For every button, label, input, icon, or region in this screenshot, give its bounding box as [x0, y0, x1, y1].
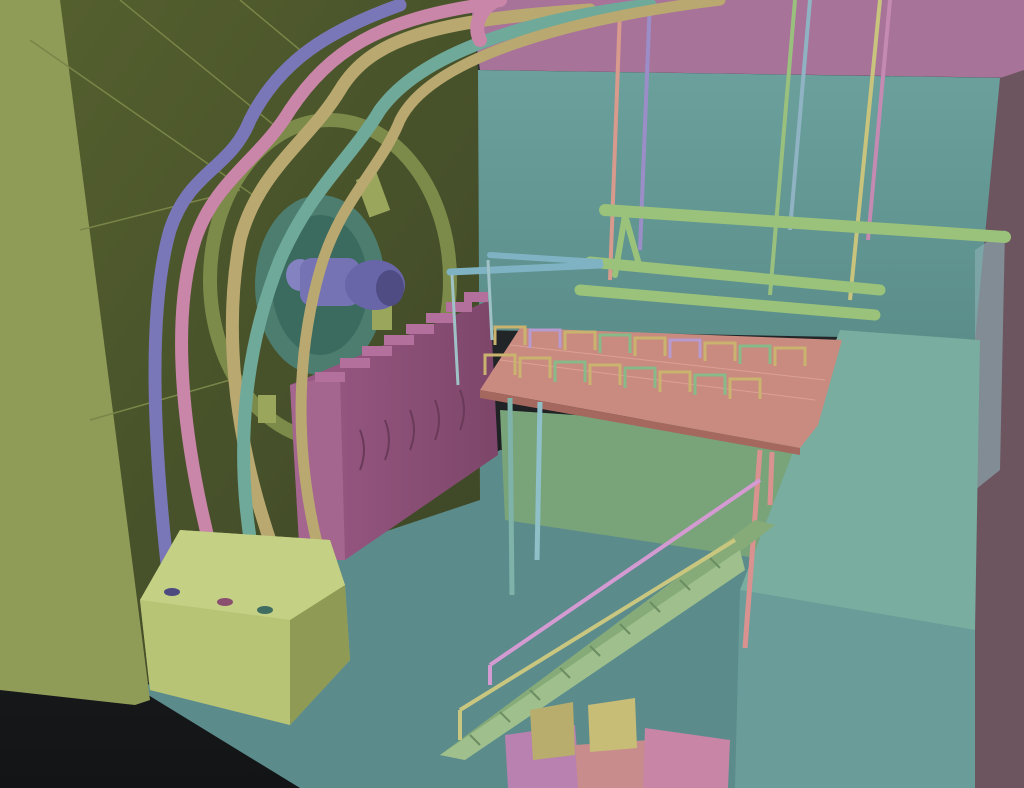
3d-room-render	[0, 0, 1024, 788]
scene-canvas	[0, 0, 1024, 788]
turbine-engine	[286, 258, 405, 310]
